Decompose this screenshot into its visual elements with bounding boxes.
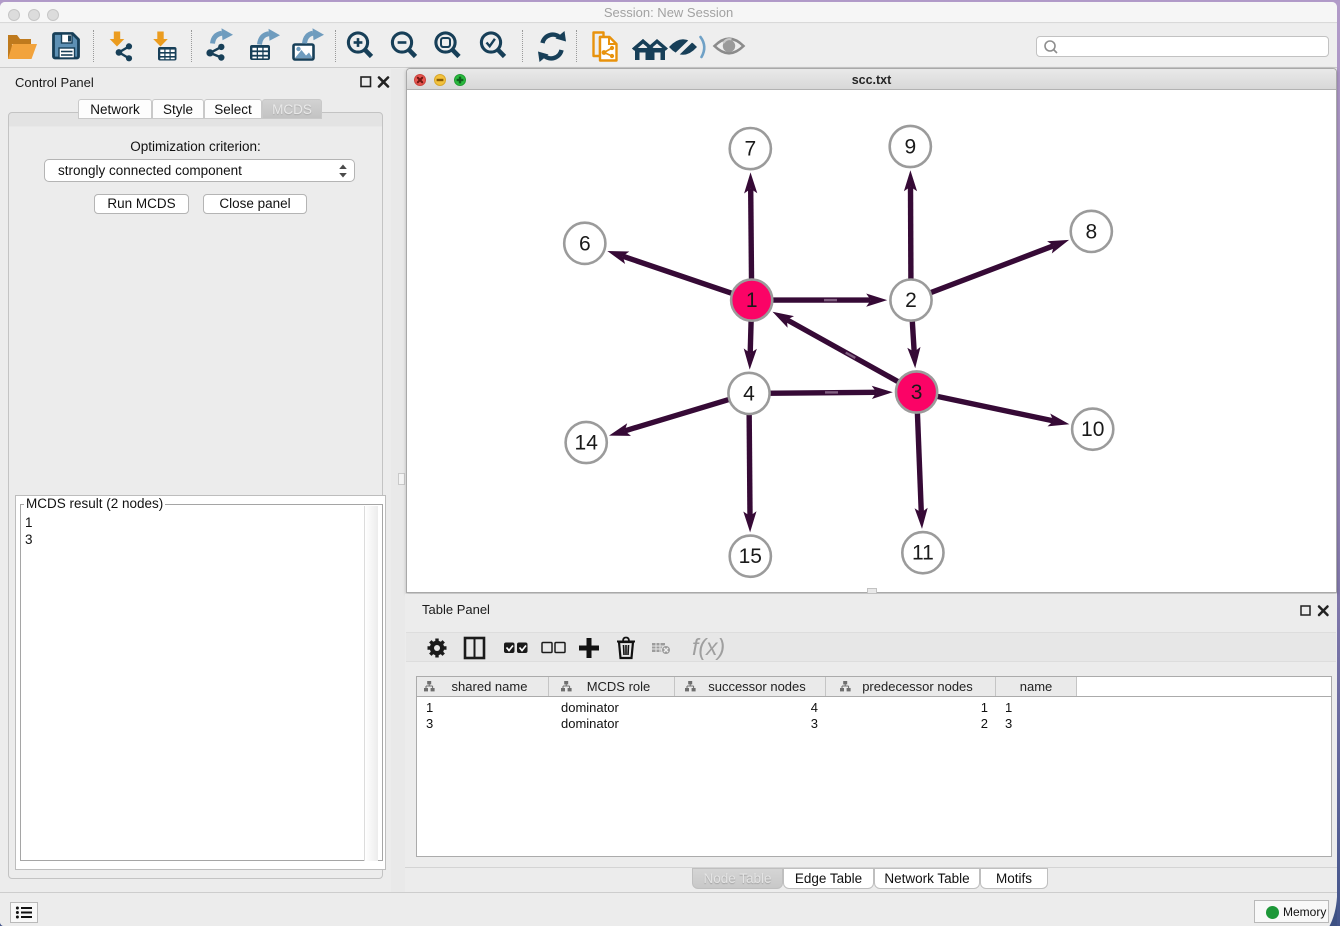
svg-text:7: 7 (744, 138, 756, 161)
svg-text:15: 15 (739, 545, 762, 568)
svg-text:14: 14 (575, 432, 599, 455)
svg-text:1: 1 (746, 289, 758, 312)
svg-text:9: 9 (904, 136, 916, 159)
svg-text:f(x): f(x) (692, 634, 725, 660)
svg-text:10: 10 (1081, 418, 1104, 441)
svg-text:2: 2 (905, 289, 917, 312)
svg-text:3: 3 (911, 381, 923, 404)
svg-text:11: 11 (912, 542, 934, 565)
svg-text:8: 8 (1085, 220, 1097, 243)
svg-text:6: 6 (579, 232, 591, 255)
svg-text:4: 4 (743, 382, 755, 405)
